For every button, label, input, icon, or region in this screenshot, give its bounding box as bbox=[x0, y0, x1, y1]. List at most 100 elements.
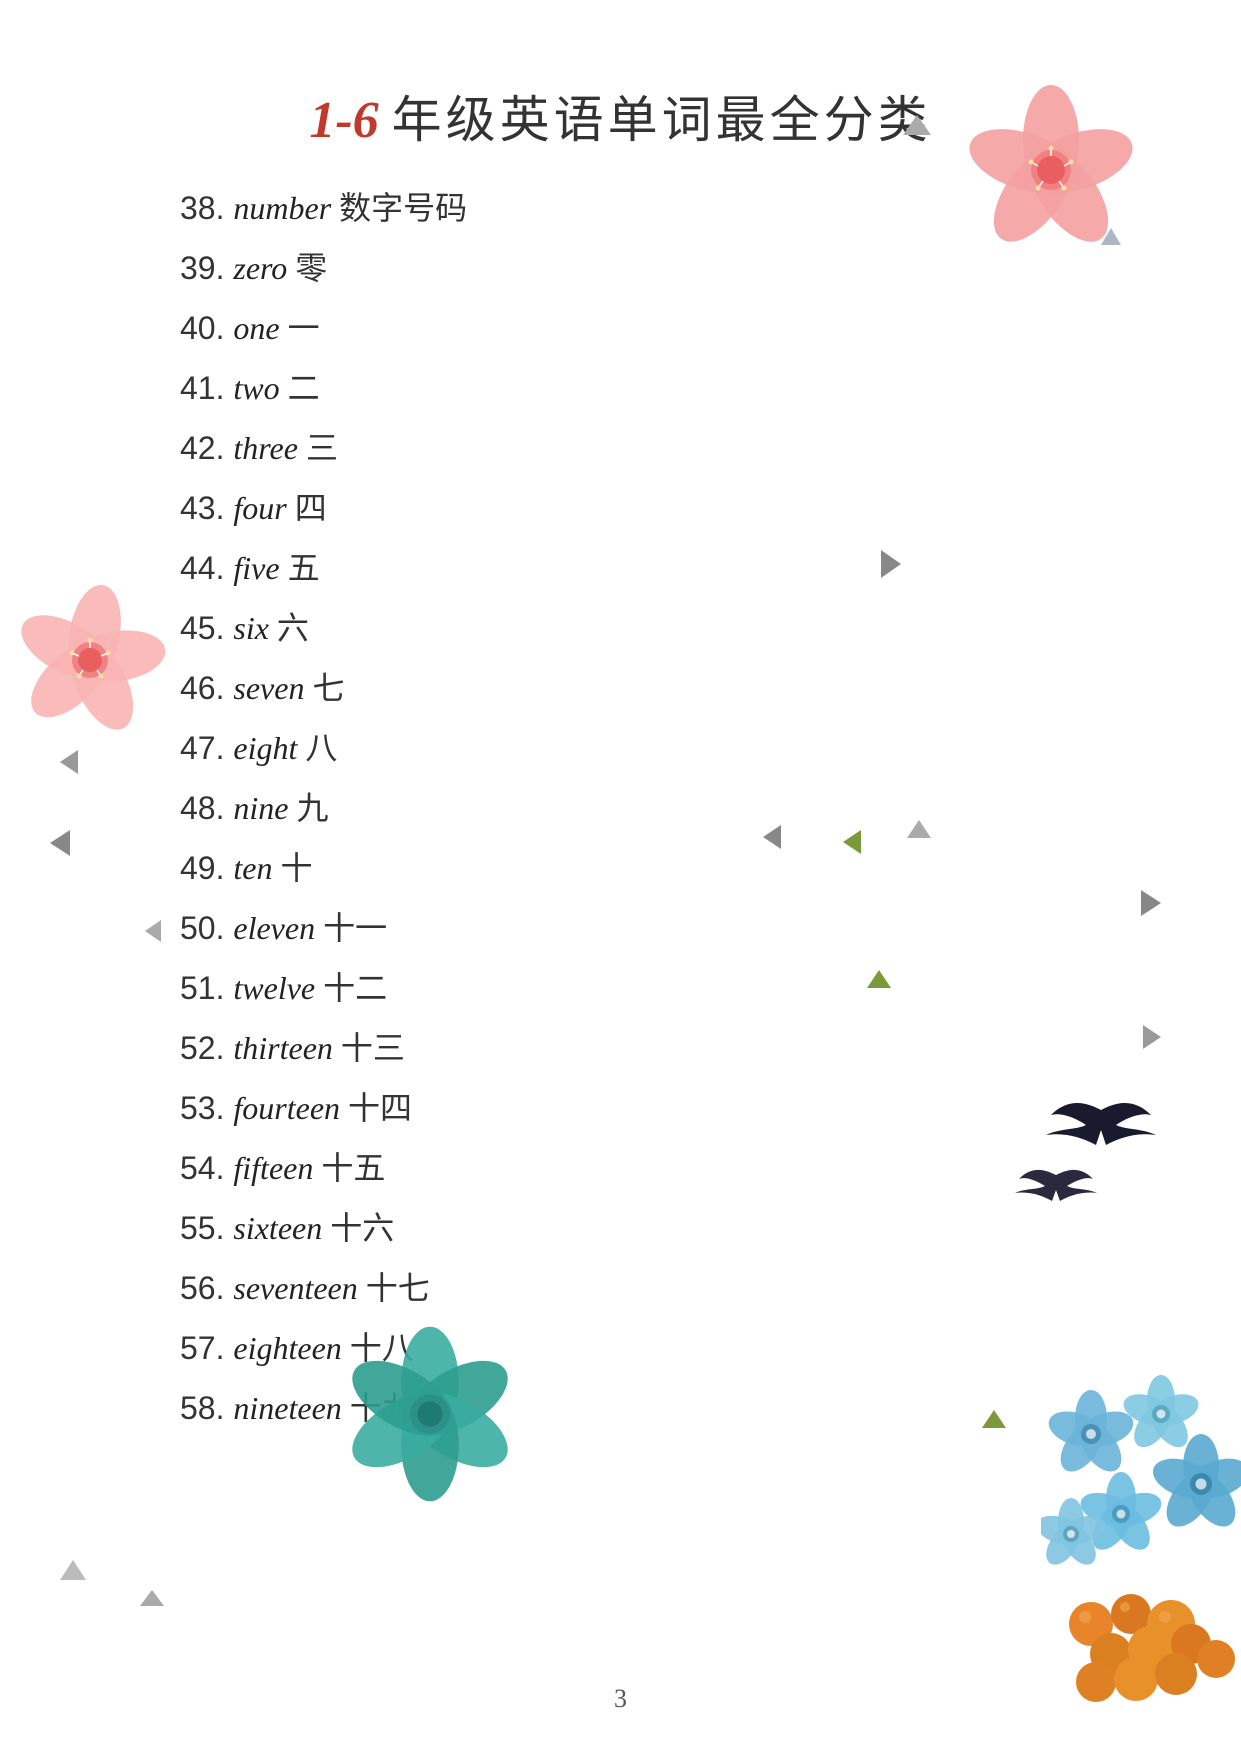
word-number: 38. bbox=[180, 190, 224, 226]
decoration-triangle-12 bbox=[60, 1560, 86, 1580]
page-number: 3 bbox=[0, 1684, 1241, 1714]
blue-flowers-bottom-right bbox=[1041, 1374, 1241, 1574]
decoration-triangle-2 bbox=[881, 550, 901, 578]
word-number: 47. bbox=[180, 730, 224, 766]
word-english: thirteen bbox=[233, 1030, 333, 1066]
decoration-triangle-9 bbox=[60, 750, 78, 774]
word-chinese: 零 bbox=[295, 250, 327, 286]
word-number: 39. bbox=[180, 250, 224, 286]
list-item: 42. three三 bbox=[180, 432, 1241, 464]
decoration-triangle-6 bbox=[1141, 890, 1161, 916]
word-number: 46. bbox=[180, 670, 224, 706]
word-number: 52. bbox=[180, 1030, 224, 1066]
word-english: ten bbox=[233, 850, 272, 886]
word-english: eight bbox=[233, 730, 297, 766]
word-english: nine bbox=[233, 790, 288, 826]
word-number: 50. bbox=[180, 910, 224, 946]
list-item: 43. four四 bbox=[180, 492, 1241, 524]
word-number: 51. bbox=[180, 970, 224, 1006]
decoration-triangle-7 bbox=[867, 970, 891, 988]
word-english: twelve bbox=[233, 970, 315, 1006]
word-chinese: 十二 bbox=[323, 970, 387, 1006]
word-chinese: 四 bbox=[295, 490, 327, 526]
list-item: 48. nine九 bbox=[180, 792, 1241, 824]
word-chinese: 五 bbox=[288, 550, 320, 586]
word-chinese: 六 bbox=[277, 610, 309, 646]
word-number: 48. bbox=[180, 790, 224, 826]
word-chinese: 八 bbox=[305, 730, 337, 766]
word-english: seventeen bbox=[233, 1270, 357, 1306]
page: 1-6 年级英语单词最全分类 38. number数字号码 39. zero零 40… bbox=[0, 0, 1241, 1754]
list-item: 45. six六 bbox=[180, 612, 1241, 644]
decoration-triangle-15 bbox=[982, 1410, 1006, 1428]
word-chinese: 十一 bbox=[323, 910, 387, 946]
word-english: fifteen bbox=[233, 1150, 313, 1186]
word-number: 56. bbox=[180, 1270, 224, 1306]
word-number: 44. bbox=[180, 550, 224, 586]
word-english: eleven bbox=[233, 910, 315, 946]
word-chinese: 十 bbox=[280, 850, 312, 886]
teal-flower-bottom bbox=[340, 1324, 520, 1504]
word-number: 53. bbox=[180, 1090, 224, 1126]
list-item: 56. seventeen十七 bbox=[180, 1272, 1241, 1304]
list-item: 41. two二 bbox=[180, 372, 1241, 404]
decoration-triangle-3 bbox=[843, 830, 861, 854]
word-english: zero bbox=[233, 250, 287, 286]
word-chinese: 十三 bbox=[341, 1030, 405, 1066]
word-list: 38. number数字号码39. zero零40. one一41. two二4… bbox=[180, 192, 1241, 1424]
list-item: 50. eleven十一 bbox=[180, 912, 1241, 944]
word-chinese: 十七 bbox=[366, 1270, 430, 1306]
word-chinese: 七 bbox=[312, 670, 344, 706]
decoration-triangle-5 bbox=[907, 820, 931, 838]
sakura-flower-left bbox=[10, 580, 170, 740]
word-number: 57. bbox=[180, 1330, 224, 1366]
list-item: 51. twelve十二 bbox=[180, 972, 1241, 1004]
word-chinese: 数字号码 bbox=[339, 190, 467, 226]
decoration-triangle-13 bbox=[140, 1590, 164, 1606]
swallow-bird-large bbox=[1041, 1090, 1161, 1170]
list-item: 52. thirteen十三 bbox=[180, 1032, 1241, 1064]
word-english: fourteen bbox=[233, 1090, 340, 1126]
word-english: nineteen bbox=[233, 1390, 341, 1426]
word-number: 58. bbox=[180, 1390, 224, 1426]
word-chinese: 三 bbox=[306, 430, 338, 466]
word-chinese: 九 bbox=[296, 790, 328, 826]
title-number: 1-6 bbox=[309, 92, 378, 149]
word-number: 42. bbox=[180, 430, 224, 466]
word-chinese: 十六 bbox=[330, 1210, 394, 1246]
word-english: eighteen bbox=[233, 1330, 341, 1366]
word-number: 49. bbox=[180, 850, 224, 886]
list-item: 49. ten十 bbox=[180, 852, 1241, 884]
word-english: three bbox=[233, 430, 298, 466]
list-item: 40. one一 bbox=[180, 312, 1241, 344]
word-english: number bbox=[233, 190, 331, 226]
word-number: 55. bbox=[180, 1210, 224, 1246]
decoration-triangle-1 bbox=[903, 115, 931, 135]
word-english: two bbox=[233, 370, 279, 406]
word-english: one bbox=[233, 310, 279, 346]
swallow-bird-small bbox=[1011, 1160, 1101, 1220]
word-english: seven bbox=[233, 670, 304, 706]
sakura-flower-top-right bbox=[961, 80, 1141, 260]
word-number: 40. bbox=[180, 310, 224, 346]
word-chinese: 十五 bbox=[321, 1150, 385, 1186]
word-chinese: 一 bbox=[288, 310, 320, 346]
word-english: five bbox=[233, 550, 279, 586]
word-chinese: 十四 bbox=[348, 1090, 412, 1126]
decoration-triangle-10 bbox=[50, 830, 70, 856]
list-item: 44. five五 bbox=[180, 552, 1241, 584]
word-number: 45. bbox=[180, 610, 224, 646]
word-number: 54. bbox=[180, 1150, 224, 1186]
word-number: 41. bbox=[180, 370, 224, 406]
list-item: 47. eight八 bbox=[180, 732, 1241, 764]
title-text: 年级英语单词最全分类 bbox=[392, 92, 932, 148]
word-chinese: 二 bbox=[288, 370, 320, 406]
word-english: sixteen bbox=[233, 1210, 322, 1246]
decoration-triangle-8 bbox=[1143, 1025, 1161, 1049]
word-english: six bbox=[233, 610, 269, 646]
word-number: 43. bbox=[180, 490, 224, 526]
decoration-triangle-4 bbox=[763, 825, 781, 849]
decoration-triangle-11 bbox=[145, 920, 161, 942]
word-english: four bbox=[233, 490, 286, 526]
list-item: 46. seven七 bbox=[180, 672, 1241, 704]
